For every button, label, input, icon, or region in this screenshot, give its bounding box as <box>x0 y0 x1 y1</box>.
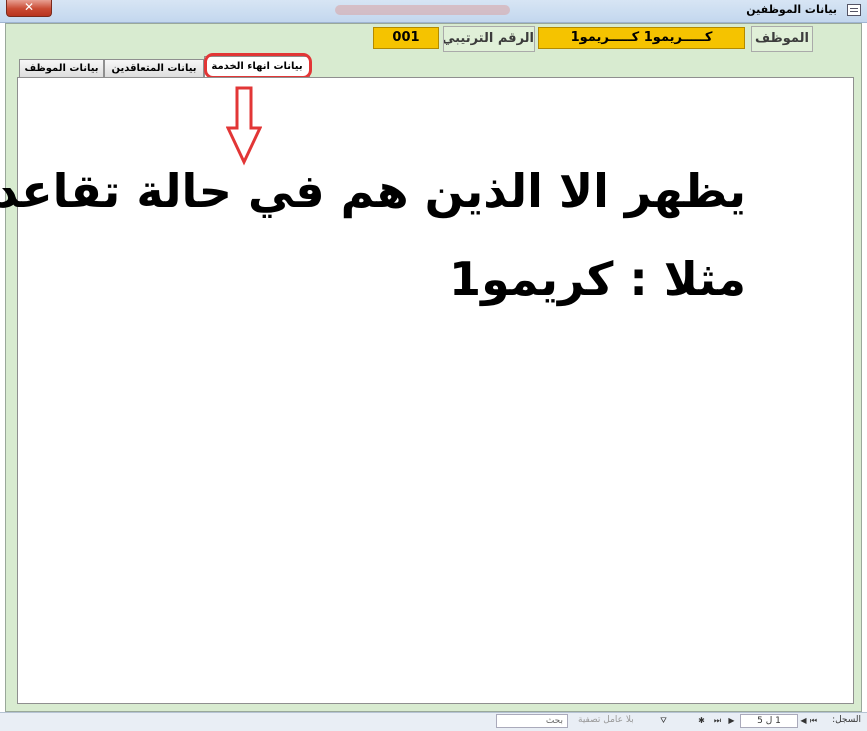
employee-field[interactable]: كـــــريمو1 كـــــريمو1 <box>538 27 745 49</box>
employee-form: الموظف كـــــريمو1 كـــــريمو1 الرقم الت… <box>0 23 862 712</box>
new-record-icon[interactable]: ✱ <box>696 715 707 726</box>
down-arrow-annotation <box>226 86 262 166</box>
form-icon <box>847 4 861 16</box>
serial-number-field[interactable]: 001 <box>373 27 439 49</box>
title-bar: ✕ بيانات الموظفين <box>0 0 867 23</box>
blurred-title-region <box>335 5 510 15</box>
previous-record-icon[interactable]: ◀ <box>798 715 809 726</box>
annotation-line-1: يظهر الا الذين هم في حالة تقاعد <box>0 164 746 218</box>
tab-employee-data[interactable]: بيانات الموظف <box>19 59 104 78</box>
employee-label: الموظف <box>751 26 813 52</box>
close-icon: ✕ <box>23 0 35 14</box>
filter-status[interactable]: بلا عامل تصفية <box>578 715 634 725</box>
search-input[interactable]: بحث <box>496 714 568 728</box>
window-title: بيانات الموظفين <box>746 3 837 16</box>
record-label: السجل: <box>832 715 861 725</box>
close-button[interactable]: ✕ <box>6 0 52 17</box>
tab-highlight-circle <box>204 53 312 79</box>
next-record-icon[interactable]: ▶ <box>726 715 737 726</box>
record-navigation-bar: السجل: ⏮ ◀ 1 ل 5 ▶ ⏭ ✱ ⛛ بلا عامل تصفية … <box>0 712 867 731</box>
filter-icon: ⛛ <box>660 716 667 725</box>
record-number-field[interactable]: 1 ل 5 <box>740 714 798 728</box>
last-record-icon[interactable]: ⏭ <box>712 715 723 726</box>
serial-number-label: الرقم الترتيبي <box>443 26 535 52</box>
tab-retirees-data[interactable]: بيانات المتعاقدين <box>104 59 204 78</box>
first-record-icon[interactable]: ⏮ <box>808 715 819 726</box>
annotation-line-2: مثلا : كريمو1 <box>449 252 746 306</box>
